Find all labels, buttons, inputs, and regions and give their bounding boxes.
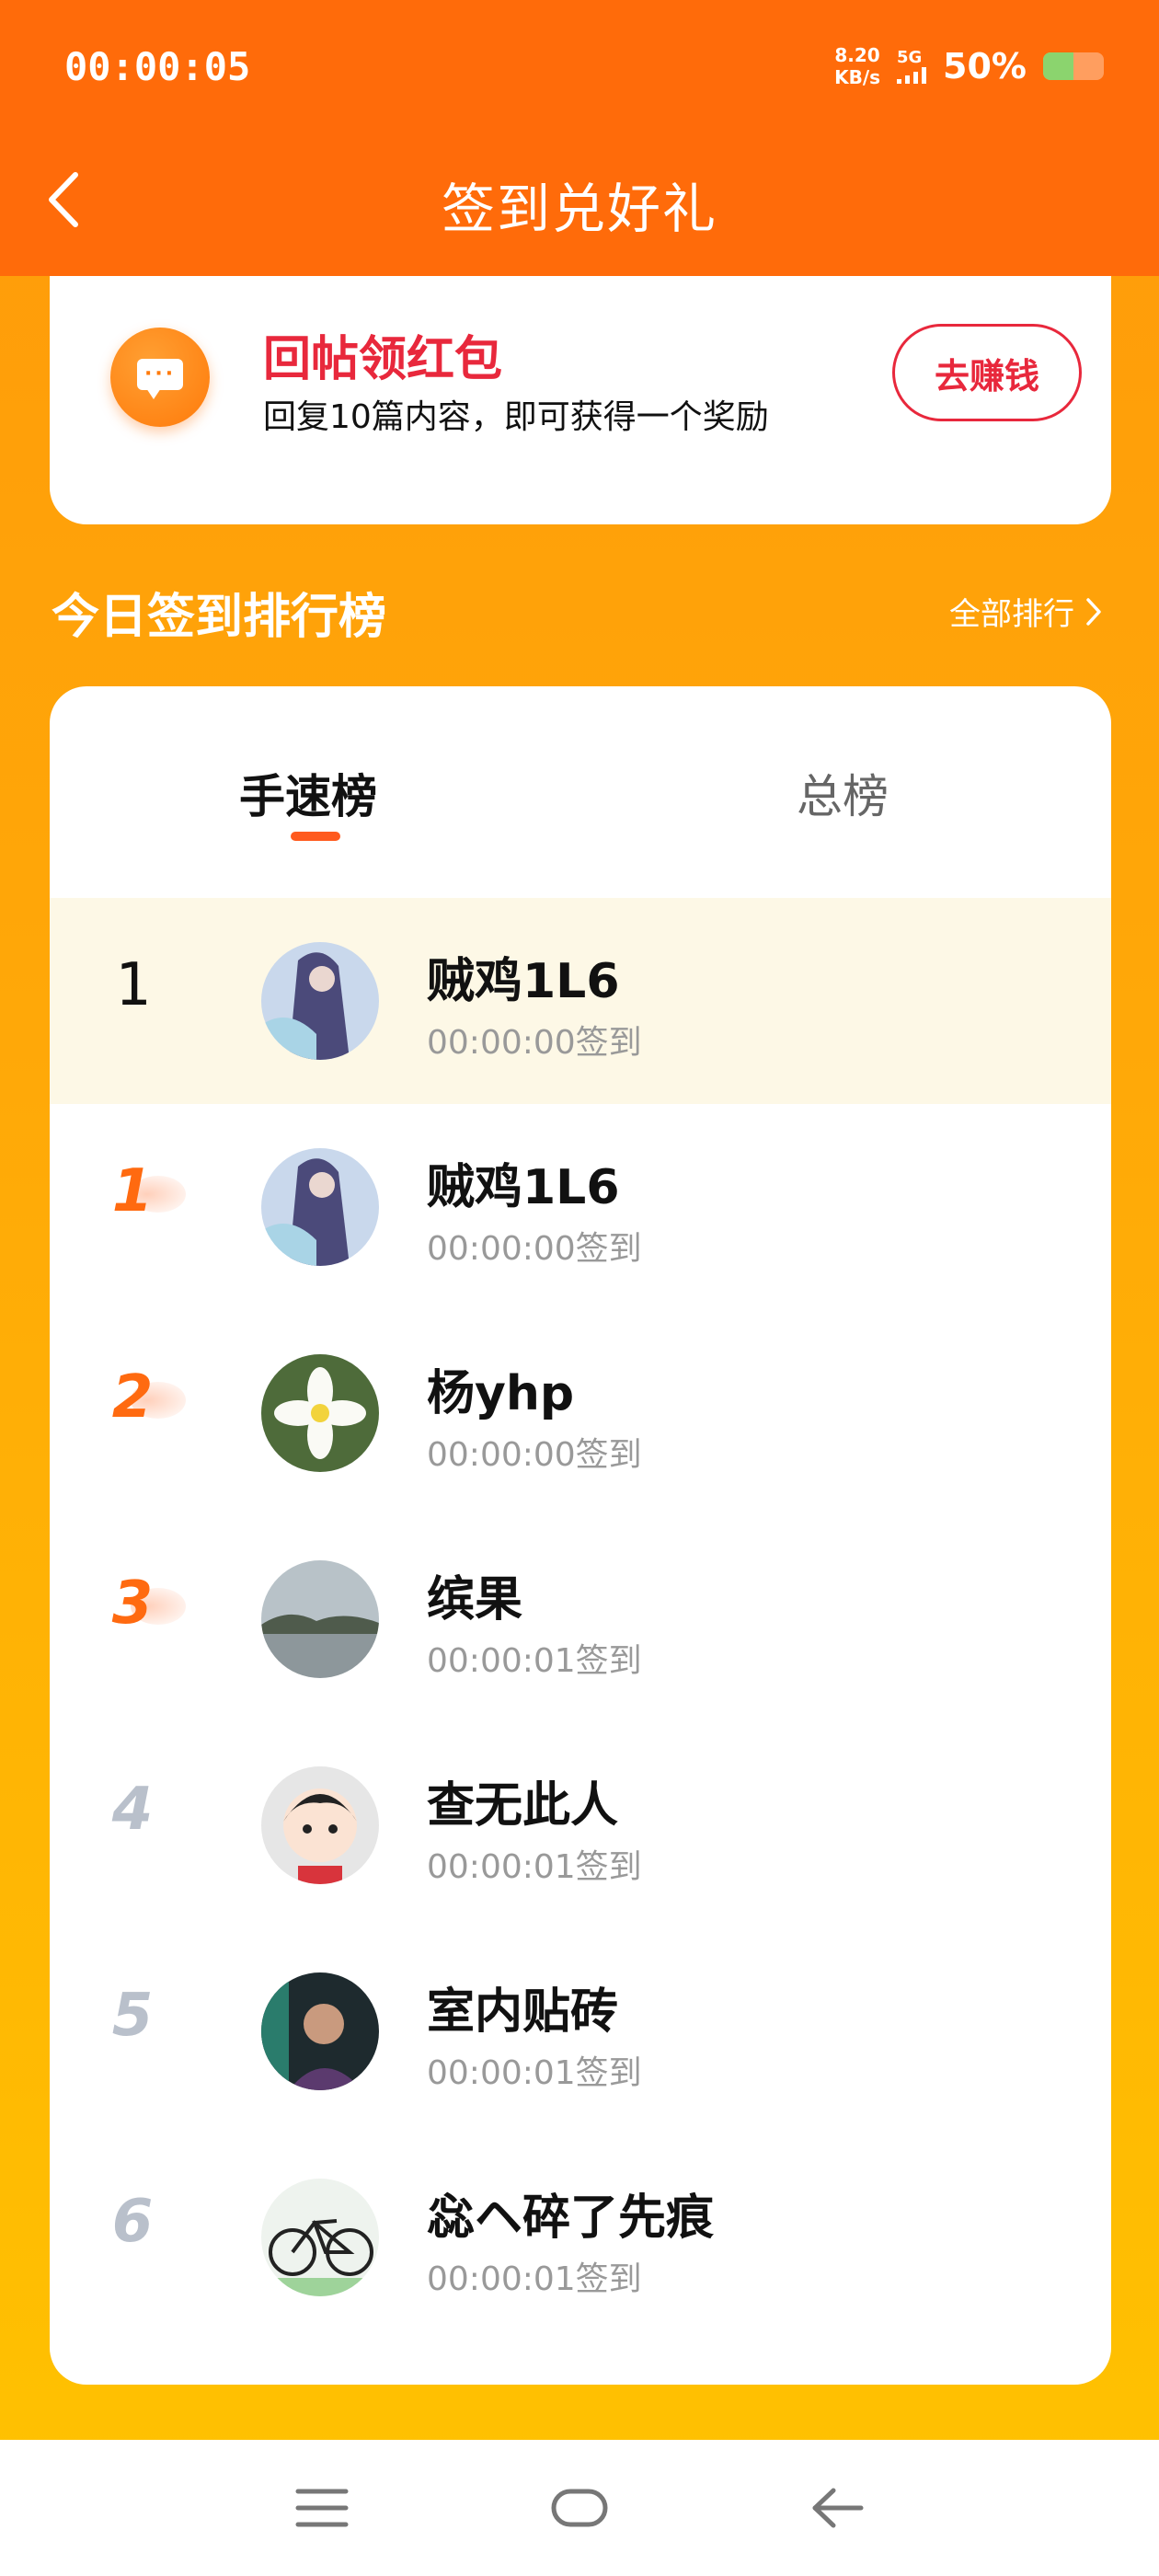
page-title: 签到兑好礼 (441, 178, 717, 240)
system-nav-bar (0, 2440, 1159, 2576)
reply-reward-card: ··· 回帖领红包 回复10篇内容，即可获得一个奖励 去赚钱 (50, 276, 1111, 524)
sign-in-time: 00:00:01签到 (427, 1642, 642, 1680)
active-tab-indicator (291, 832, 340, 841)
rank-number: 1 (114, 951, 151, 1019)
sign-in-time: 00:00:00签到 (427, 1024, 642, 1062)
back-icon[interactable] (782, 2440, 892, 2576)
user-name: 杨yhp (427, 1366, 575, 1421)
cartoon-kid-avatar (261, 1766, 379, 1884)
network-speed: 8.20 KB/s (834, 44, 881, 88)
all-ranking-label: 全部排行 (949, 596, 1074, 633)
rank-row[interactable]: 2 杨yhp 00:00:00签到 (50, 1310, 1111, 1516)
sign-in-time: 00:00:00签到 (427, 1436, 642, 1474)
all-ranking-link[interactable]: 全部排行 (949, 589, 1104, 634)
rank-number: 2 (111, 1363, 154, 1432)
earn-money-button[interactable]: 去赚钱 (892, 324, 1082, 421)
rank-number: 5 (111, 1982, 154, 2050)
user-name: 惢ヘ碎了先痕 (427, 2191, 715, 2246)
battery-percent: 50% (943, 46, 1027, 86)
rank-number: 1 (111, 1157, 154, 1225)
promo-title: 回帖领红包 (263, 332, 503, 387)
user-name: 查无此人 (427, 1778, 619, 1834)
sign-in-time: 00:00:01签到 (427, 2260, 642, 2298)
user-name: 缤果 (427, 1572, 523, 1627)
anime-girl-avatar (261, 942, 379, 1060)
lake-landscape-avatar (261, 1560, 379, 1678)
signal-icon: 5G (897, 49, 927, 84)
user-name: 贼鸡1L6 (427, 1160, 620, 1215)
app-header: 00:00:05 8.20 KB/s 5G 50% 签到兑好礼 (0, 0, 1159, 276)
rank-row[interactable]: 1 贼鸡1L6 00:00:00签到 (50, 1104, 1111, 1310)
anime-girl-avatar (261, 1148, 379, 1266)
rank-row[interactable]: 4 查无此人 00:00:01签到 (50, 1722, 1111, 1928)
user-name: 室内贴砖 (427, 1984, 619, 2040)
home-icon[interactable] (524, 2440, 635, 2576)
rank-number: 4 (111, 1776, 154, 1844)
rank-row[interactable]: 3 缤果 00:00:01签到 (50, 1516, 1111, 1722)
tab-total-ranking[interactable]: 总榜 (797, 760, 889, 826)
sign-in-time: 00:00:01签到 (427, 2054, 642, 2092)
sign-in-time: 00:00:01签到 (427, 1848, 642, 1886)
tab-speed-ranking[interactable]: 手速榜 (239, 760, 377, 826)
bicycle-avatar (261, 2179, 379, 2296)
ranking-card: 手速榜 总榜 1 贼鸡1L6 00:00:00签到 1 贼鸡1L6 00:00:… (50, 686, 1111, 2385)
status-icons: 8.20 KB/s 5G 50% (834, 44, 1104, 88)
ranking-section-title: 今日签到排行榜 (52, 590, 387, 645)
rank-number: 3 (111, 1570, 154, 1638)
rank-number: 6 (111, 2188, 154, 2256)
menu-icon[interactable] (267, 2440, 377, 2576)
my-rank-row[interactable]: 1 贼鸡1L6 00:00:00签到 (50, 898, 1111, 1104)
white-flower-avatar (261, 1354, 379, 1472)
status-time: 00:00:05 (64, 44, 251, 89)
rank-row[interactable]: 5 室内贴砖 00:00:01签到 (50, 1928, 1111, 2134)
rank-row[interactable]: 6 惢ヘ碎了先痕 00:00:01签到 (50, 2134, 1111, 2340)
man-portrait-avatar (261, 1972, 379, 2090)
user-name: 贼鸡1L6 (427, 954, 620, 1009)
message-icon: ··· (110, 328, 210, 427)
promo-description: 回复10篇内容，即可获得一个奖励 (263, 398, 769, 436)
chevron-right-icon (1086, 597, 1101, 626)
sign-in-time: 00:00:00签到 (427, 1230, 642, 1268)
battery-icon (1043, 52, 1104, 80)
